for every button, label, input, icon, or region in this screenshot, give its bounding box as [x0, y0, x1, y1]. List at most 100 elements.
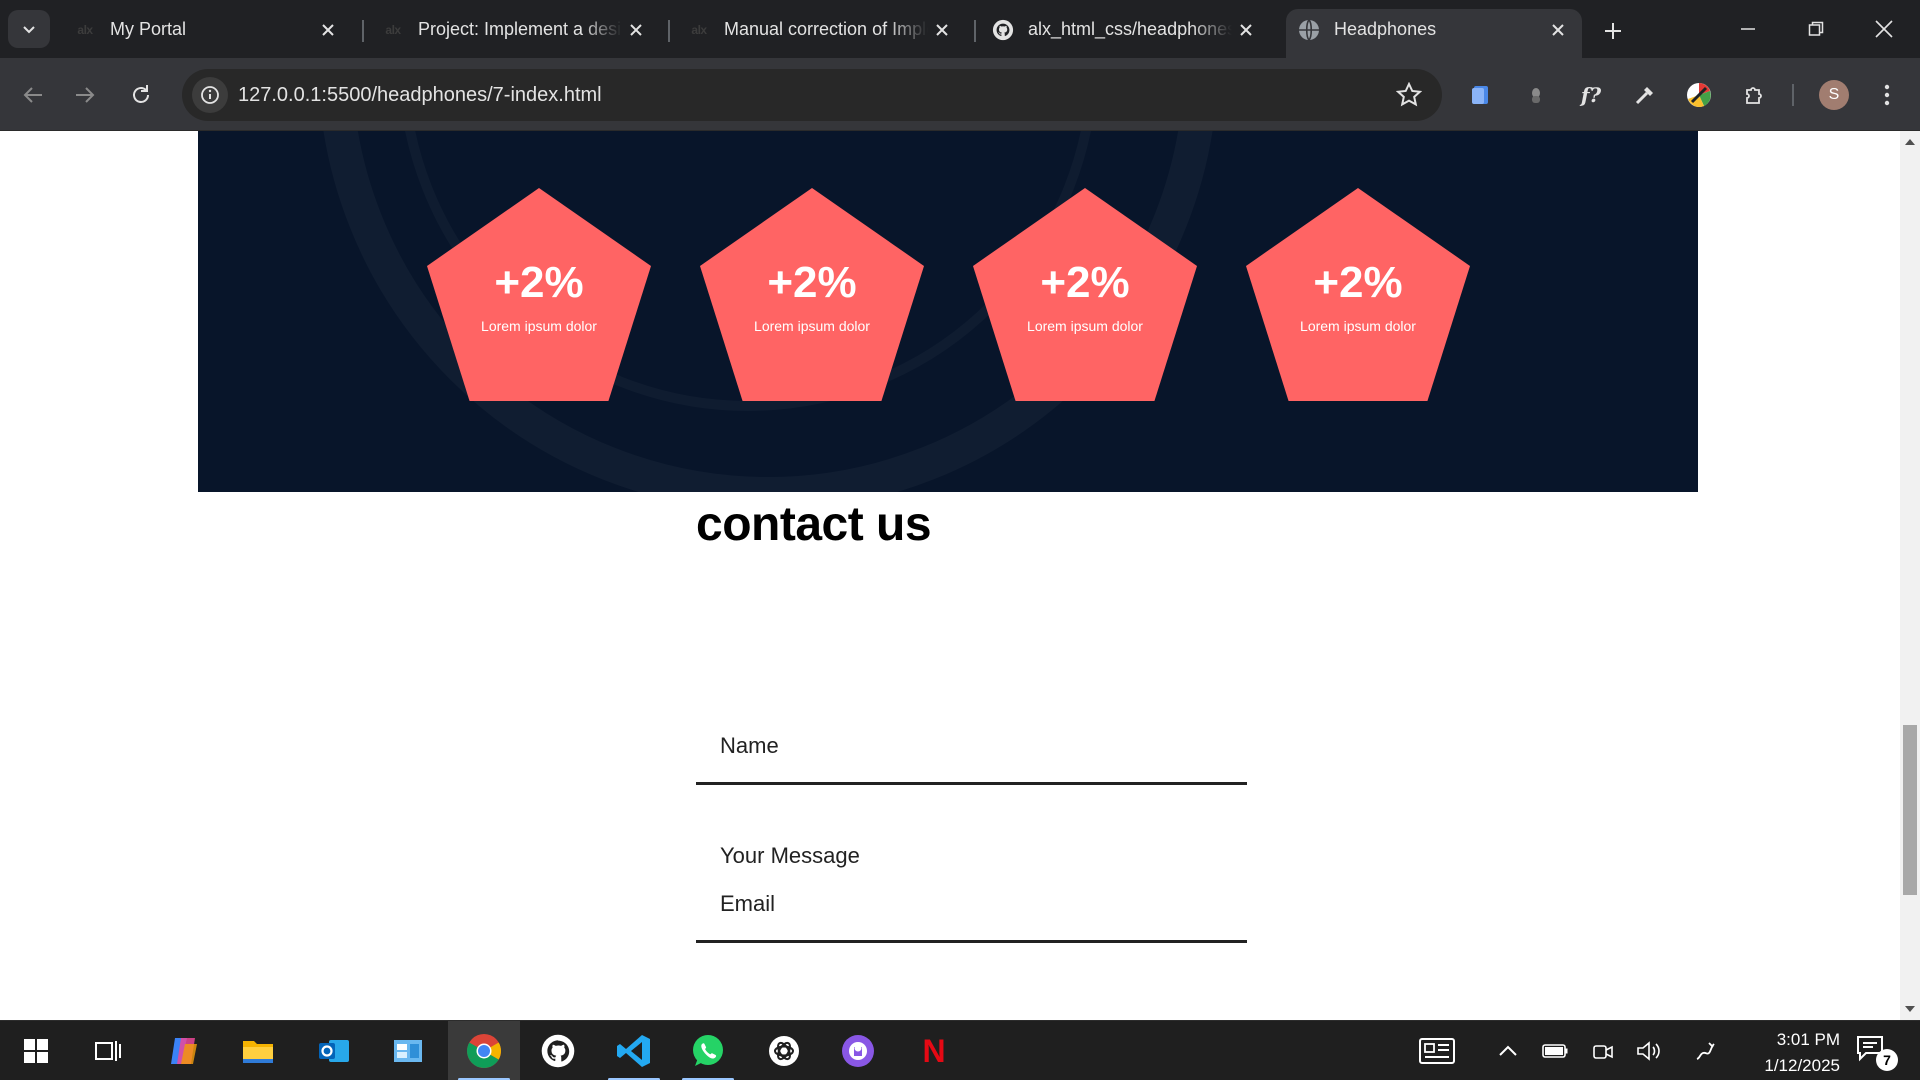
- meet-now-icon[interactable]: [1588, 1021, 1618, 1080]
- info-icon: [201, 86, 219, 104]
- close-window-button[interactable]: [1856, 8, 1912, 50]
- battery-icon[interactable]: [1540, 1021, 1570, 1080]
- stat-value: +2%: [767, 258, 857, 307]
- site-info-button[interactable]: [192, 77, 228, 113]
- scroll-up-arrow-icon[interactable]: [1905, 139, 1915, 145]
- stat-value: +2%: [494, 258, 584, 307]
- windows-start-icon[interactable]: [0, 1021, 72, 1080]
- alx-logo-icon: alx: [385, 22, 401, 37]
- tab-manual-correction[interactable]: alx Manual correction of Imple: [676, 9, 966, 50]
- name-placeholder: Name: [720, 733, 779, 758]
- reload-icon: [133, 85, 149, 103]
- close-icon[interactable]: [1232, 16, 1260, 44]
- scrollbar-thumb[interactable]: [1903, 725, 1917, 895]
- globe-icon: [1298, 18, 1320, 41]
- arrow-right-icon: [76, 87, 95, 103]
- plus-icon: [1605, 23, 1621, 39]
- tab-strip: alx My Portal alx Project: Implement a d…: [0, 0, 1920, 58]
- alx-logo-icon: alx: [77, 22, 93, 37]
- copilot-icon[interactable]: [148, 1021, 220, 1080]
- extension-gray-icon[interactable]: [1521, 80, 1551, 110]
- page-viewport: +2% Lorem ipsum dolor +2% Lorem ipsum do…: [0, 131, 1900, 1020]
- stat-label: Lorem ipsum dolor: [1027, 318, 1143, 334]
- profile-avatar[interactable]: S: [1819, 80, 1849, 110]
- task-view-icon[interactable]: [72, 1021, 144, 1080]
- tab-title: My Portal: [110, 19, 187, 39]
- restore-button[interactable]: [1788, 8, 1844, 50]
- stat-pentagon: +2% Lorem ipsum dolor: [1246, 188, 1470, 401]
- stats-section: +2% Lorem ipsum dolor +2% Lorem ipsum do…: [198, 131, 1698, 492]
- tab-title: Project: Implement a design: [418, 19, 622, 39]
- close-icon[interactable]: [314, 16, 342, 44]
- clock-time: 3:01 PM: [1776, 1030, 1840, 1049]
- github-icon[interactable]: [822, 1021, 894, 1080]
- volume-icon[interactable]: [1634, 1021, 1664, 1080]
- stat-value: +2%: [1313, 258, 1403, 307]
- netflix-icon[interactable]: N: [898, 1021, 970, 1080]
- arrow-left-icon: [23, 87, 42, 103]
- new-tab-button[interactable]: [1596, 14, 1630, 48]
- forward-button[interactable]: [66, 76, 104, 114]
- tab-title: Headphones: [1334, 19, 1437, 39]
- clock-date: 1/12/2025: [1764, 1056, 1840, 1075]
- chatgpt-icon[interactable]: [748, 1021, 820, 1080]
- minimize-icon: [1741, 28, 1755, 30]
- alx-logo-icon: alx: [691, 22, 707, 37]
- name-input[interactable]: Name: [696, 721, 1247, 785]
- tab-search-button[interactable]: [8, 10, 50, 48]
- back-button[interactable]: [14, 76, 52, 114]
- close-icon[interactable]: [928, 16, 956, 44]
- pen-icon[interactable]: [1690, 1021, 1720, 1080]
- reload-button[interactable]: [122, 76, 160, 114]
- url-text: 127.0.0.1:5500/headphones/7-index.html: [238, 84, 602, 106]
- restore-icon: [1808, 21, 1824, 36]
- stat-label: Lorem ipsum dolor: [481, 318, 597, 334]
- whatsapp-icon[interactable]: [672, 1021, 744, 1080]
- file-explorer-icon[interactable]: [222, 1021, 294, 1080]
- stat-label: Lorem ipsum dolor: [1300, 318, 1416, 334]
- tab-headphones[interactable]: Headphones: [1286, 9, 1582, 58]
- menu-kebab-icon[interactable]: [1872, 80, 1902, 110]
- page-scrollbar[interactable]: [1900, 131, 1920, 1020]
- contact-title: contact us: [696, 498, 932, 551]
- extension-docs-icon[interactable]: [1466, 80, 1496, 110]
- notification-count-badge: 7: [1876, 1049, 1898, 1071]
- control-panel-icon[interactable]: [372, 1021, 444, 1080]
- minimize-button[interactable]: [1720, 8, 1776, 50]
- tab-title: Manual correction of Imple: [724, 19, 928, 39]
- extensions-puzzle-icon[interactable]: [1740, 80, 1770, 110]
- bookmark-star-icon[interactable]: [1396, 82, 1422, 108]
- toolbar-separator: [1792, 84, 1794, 106]
- tab-separator: [362, 20, 364, 42]
- email-input[interactable]: Email: [696, 879, 1247, 943]
- notification-center-button[interactable]: 7: [1856, 1035, 1898, 1071]
- tab-github[interactable]: alx_html_css/headphones: [980, 9, 1270, 50]
- github-desktop-icon[interactable]: [522, 1021, 594, 1080]
- address-bar[interactable]: 127.0.0.1:5500/headphones/7-index.html: [182, 69, 1442, 121]
- close-icon[interactable]: [1544, 16, 1572, 44]
- chevron-up-icon[interactable]: [1494, 1021, 1522, 1080]
- message-input[interactable]: Your Message: [720, 843, 860, 869]
- news-widget-icon[interactable]: [1412, 1021, 1462, 1080]
- scroll-down-arrow-icon[interactable]: [1905, 1006, 1915, 1012]
- close-icon[interactable]: [622, 16, 650, 44]
- tab-separator: [974, 20, 976, 42]
- extension-colorful-icon[interactable]: [1684, 80, 1714, 110]
- extension-font-icon[interactable]: f?: [1576, 80, 1606, 110]
- system-clock[interactable]: 3:01 PM 1/12/2025: [1730, 1027, 1840, 1079]
- tab-my-portal[interactable]: alx My Portal: [62, 9, 352, 50]
- vscode-icon[interactable]: [598, 1021, 670, 1080]
- browser-toolbar: 127.0.0.1:5500/headphones/7-index.html f…: [0, 58, 1920, 131]
- stat-label: Lorem ipsum dolor: [754, 318, 870, 334]
- extension-eyedropper-icon[interactable]: [1630, 80, 1660, 110]
- tab-title: alx_html_css/headphones: [1028, 19, 1232, 39]
- chevron-down-icon: [23, 26, 35, 34]
- tab-project[interactable]: alx Project: Implement a design: [370, 9, 660, 50]
- netflix-logo: N: [922, 1032, 946, 1069]
- tab-separator: [668, 20, 670, 42]
- close-icon: [1875, 20, 1893, 38]
- stat-value: +2%: [1040, 258, 1130, 307]
- github-icon: [992, 19, 1014, 41]
- chrome-icon[interactable]: [448, 1021, 520, 1080]
- outlook-icon[interactable]: [298, 1021, 370, 1080]
